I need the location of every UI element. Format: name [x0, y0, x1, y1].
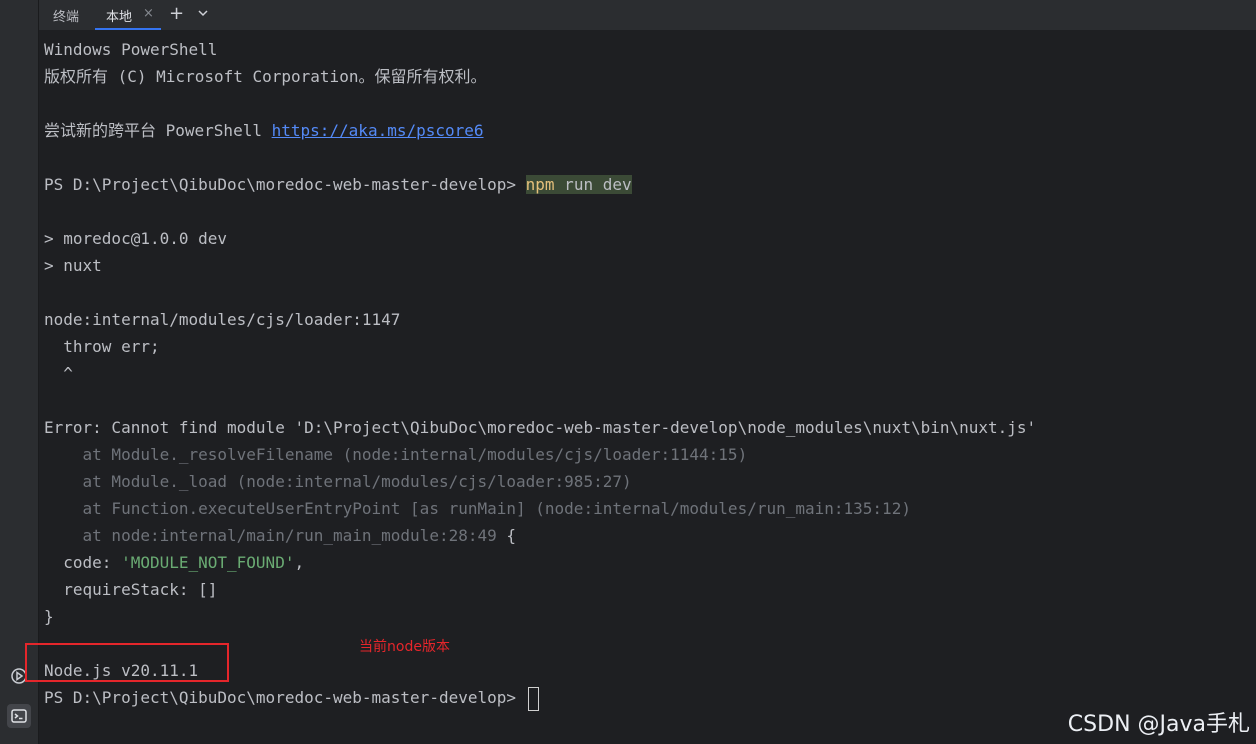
- code-value: 'MODULE_NOT_FOUND': [121, 553, 295, 572]
- shell-prompt: PS D:\Project\QibuDoc\moredoc-web-master…: [44, 175, 526, 194]
- output-line: requireStack: []: [44, 580, 218, 599]
- shell-prompt: PS D:\Project\QibuDoc\moredoc-web-master…: [44, 688, 526, 707]
- stack-trace-line: at Module._load (node:internal/modules/c…: [44, 472, 632, 491]
- tab-local[interactable]: 本地 ×: [95, 0, 161, 30]
- stack-trace-line: at node:internal/main/run_main_module:28…: [44, 522, 1256, 549]
- output-line: > moredoc@1.0.0 dev: [44, 229, 228, 248]
- terminal-tab-bar: 终端 本地 × +: [39, 0, 1256, 31]
- output-line: node:internal/modules/cjs/loader:1147: [44, 310, 401, 329]
- output-line: 尝试新的跨平台 PowerShell https://aka.ms/pscore…: [44, 117, 1256, 144]
- comma: ,: [294, 553, 305, 572]
- stack-trace-text: at node:internal/main/run_main_module:28…: [44, 526, 497, 545]
- command-line: PS D:\Project\QibuDoc\moredoc-web-master…: [44, 171, 1256, 198]
- output-line: Windows PowerShell: [44, 40, 218, 59]
- output-line: code: 'MODULE_NOT_FOUND',: [44, 549, 1256, 576]
- command-args: run dev: [554, 175, 632, 194]
- tool-window-title: 终端: [53, 10, 80, 25]
- command-highlight: npm run dev: [525, 175, 632, 194]
- open-brace: {: [496, 526, 517, 545]
- tab-local-label: 本地: [106, 10, 133, 25]
- pscore-link[interactable]: https://aka.ms/pscore6: [272, 121, 484, 140]
- node-version-highlight-box: [25, 643, 229, 682]
- watermark: CSDN @Java手札: [1067, 712, 1250, 737]
- output-line: }: [44, 607, 54, 626]
- close-icon[interactable]: ×: [143, 6, 154, 21]
- text-cursor: [527, 686, 539, 711]
- output-line: 版权所有 (C) Microsoft Corporation。保留所有权利。: [44, 67, 487, 86]
- output-line: ^: [44, 364, 73, 383]
- node-version-annotation: 当前node版本: [359, 639, 450, 655]
- output-line: throw err;: [44, 337, 160, 356]
- output-text: 尝试新的跨平台 PowerShell: [44, 121, 272, 140]
- error-line: Error: Cannot find module 'D:\Project\Qi…: [44, 418, 1037, 437]
- output-line: > nuxt: [44, 256, 102, 275]
- terminal-icon[interactable]: [7, 704, 31, 728]
- plus-icon[interactable]: +: [169, 3, 184, 24]
- stack-trace-line: at Function.executeUserEntryPoint [as ru…: [44, 499, 911, 518]
- tool-window-bar: [0, 0, 39, 744]
- code-key: code:: [44, 553, 122, 572]
- terminal-output[interactable]: Windows PowerShell 版权所有 (C) Microsoft Co…: [44, 36, 1256, 711]
- command-name: npm: [525, 175, 555, 194]
- stack-trace-line: at Module._resolveFilename (node:interna…: [44, 445, 748, 464]
- chevron-down-icon[interactable]: [197, 7, 209, 23]
